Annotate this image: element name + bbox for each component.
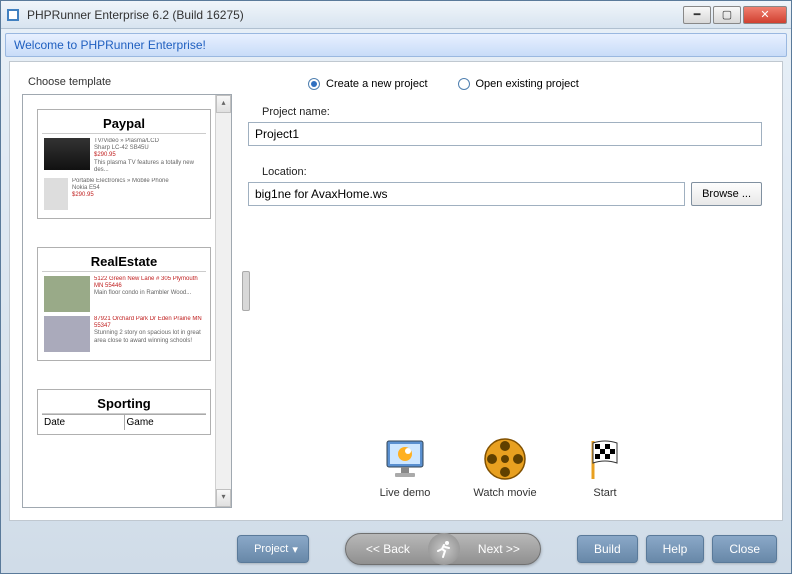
project-panel: Create a new project Open existing proje… xyxy=(240,74,770,508)
bottom-toolbar: Project▾ << Back Next >> Build Help Clos… xyxy=(1,525,791,573)
nav-pill: << Back Next >> xyxy=(345,533,541,565)
welcome-banner: Welcome to PHPRunner Enterprise! xyxy=(5,33,787,57)
back-button[interactable]: << Back xyxy=(350,534,426,564)
template-header: Choose template xyxy=(22,74,232,94)
close-button[interactable]: Close xyxy=(712,535,777,563)
browse-button[interactable]: Browse ... xyxy=(691,182,762,206)
app-window: PHPRunner Enterprise 6.2 (Build 16275) ━… xyxy=(0,0,792,574)
titlebar[interactable]: PHPRunner Enterprise 6.2 (Build 16275) ━… xyxy=(1,1,791,29)
action-label: Start xyxy=(593,487,616,500)
location-input[interactable] xyxy=(248,182,685,206)
maximize-button[interactable]: ▢ xyxy=(713,6,741,24)
template-list: Paypal TV/Video » Plasma/LCDSharp LC-42 … xyxy=(22,94,232,508)
splitter-handle[interactable] xyxy=(242,271,250,311)
next-button[interactable]: Next >> xyxy=(462,534,536,564)
project-mode-radios: Create a new project Open existing proje… xyxy=(248,74,762,100)
template-title: RealEstate xyxy=(42,252,206,272)
action-label: Live demo xyxy=(380,487,431,500)
close-window-button[interactable]: ✕ xyxy=(743,6,787,24)
film-reel-icon xyxy=(481,435,529,483)
window-title: PHPRunner Enterprise 6.2 (Build 16275) xyxy=(27,8,683,22)
action-row: Live demo Watch movie Start xyxy=(248,415,762,508)
template-title: Paypal xyxy=(42,114,206,134)
radio-open-existing[interactable]: Open existing project xyxy=(458,78,579,90)
project-button[interactable]: Project▾ xyxy=(237,535,309,563)
scrollbar[interactable] xyxy=(215,95,231,507)
project-name-label: Project name: xyxy=(248,100,762,122)
action-label: Watch movie xyxy=(473,487,536,500)
project-name-input[interactable] xyxy=(248,122,762,146)
chevron-down-icon: ▾ xyxy=(292,543,298,556)
build-button[interactable]: Build xyxy=(577,535,638,563)
radio-icon xyxy=(308,78,320,90)
watch-movie-action[interactable]: Watch movie xyxy=(470,435,540,500)
templates-inner: Paypal TV/Video » Plasma/LCDSharp LC-42 … xyxy=(23,95,231,429)
checkered-flag-icon xyxy=(581,435,629,483)
help-button[interactable]: Help xyxy=(646,535,705,563)
minimize-button[interactable]: ━ xyxy=(683,6,711,24)
template-sporting[interactable]: Sporting Date Game xyxy=(37,389,211,435)
template-title: Sporting xyxy=(42,394,206,414)
radio-label: Create a new project xyxy=(326,78,428,90)
template-panel: Choose template Paypal TV/Video » Plasma… xyxy=(22,74,232,508)
location-label: Location: xyxy=(248,160,762,182)
template-paypal[interactable]: Paypal TV/Video » Plasma/LCDSharp LC-42 … xyxy=(37,109,211,219)
radio-label: Open existing project xyxy=(476,78,579,90)
col-game: Game xyxy=(125,415,207,430)
col-date: Date xyxy=(42,415,125,430)
window-buttons: ━ ▢ ✕ xyxy=(683,6,787,24)
live-demo-action[interactable]: Live demo xyxy=(370,435,440,500)
app-icon xyxy=(5,7,21,23)
radio-create-new[interactable]: Create a new project xyxy=(308,78,428,90)
runner-icon[interactable] xyxy=(428,533,460,565)
radio-icon xyxy=(458,78,470,90)
monitor-icon xyxy=(381,435,429,483)
main-content: Choose template Paypal TV/Video » Plasma… xyxy=(9,61,783,521)
start-action[interactable]: Start xyxy=(570,435,640,500)
template-realestate[interactable]: RealEstate 5122 Green New Lane # 305 Ply… xyxy=(37,247,211,361)
